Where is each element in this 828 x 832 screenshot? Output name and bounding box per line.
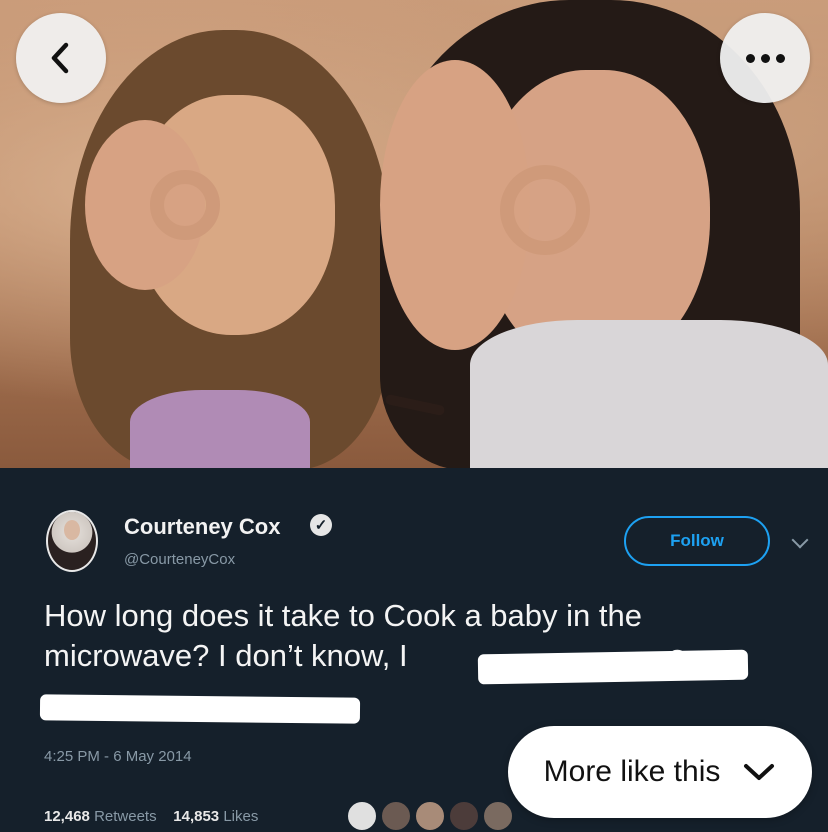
retweets-count: 12,468 xyxy=(44,808,90,825)
redaction-bar xyxy=(39,694,361,724)
author-name[interactable]: Courteney Cox xyxy=(124,514,280,540)
liker-avatar[interactable] xyxy=(448,800,480,832)
watermark: ♪ @tribalny3.0 xyxy=(622,784,763,810)
photo-woman-shirt xyxy=(470,320,828,468)
avatar[interactable] xyxy=(46,510,98,572)
back-button[interactable] xyxy=(16,13,106,103)
tweet-photo xyxy=(0,0,828,468)
follow-button[interactable]: Follow xyxy=(624,516,770,566)
likes-label: Likes xyxy=(223,808,259,825)
tweet-text-line-2-visible: microwave? I don’t know, I xyxy=(44,638,408,673)
redaction-bar xyxy=(477,649,749,685)
likes-count: 14,853 xyxy=(173,808,220,825)
tiktok-icon: ♪ xyxy=(622,784,633,809)
more-options-button[interactable] xyxy=(720,13,810,103)
author-handle[interactable]: @CourteneyCox xyxy=(124,551,235,568)
tweet-text-line-1: How long does it take to Cook a baby in … xyxy=(44,598,642,633)
ellipsis-icon xyxy=(745,53,785,63)
photo-woman-finger-circle xyxy=(500,165,590,255)
liker-avatar[interactable] xyxy=(346,800,378,832)
retweets-label: Retweets xyxy=(94,808,157,825)
liker-avatar[interactable] xyxy=(380,800,412,832)
verified-check-icon: ✓ xyxy=(310,514,332,536)
tweet-stats: 12,468 Retweets 14,853 Likes xyxy=(44,808,258,825)
watermark-text: @tribalny3.0 xyxy=(639,784,763,809)
photo-girl-shirt xyxy=(130,390,310,468)
tweet-timestamp: 4:25 PM - 6 May 2014 xyxy=(44,748,192,765)
liker-avatar[interactable] xyxy=(482,800,514,832)
chevron-down-icon xyxy=(744,764,775,780)
liker-avatar[interactable] xyxy=(414,800,446,832)
photo-girl-finger-circle xyxy=(150,170,220,240)
chevron-left-icon xyxy=(51,42,69,74)
